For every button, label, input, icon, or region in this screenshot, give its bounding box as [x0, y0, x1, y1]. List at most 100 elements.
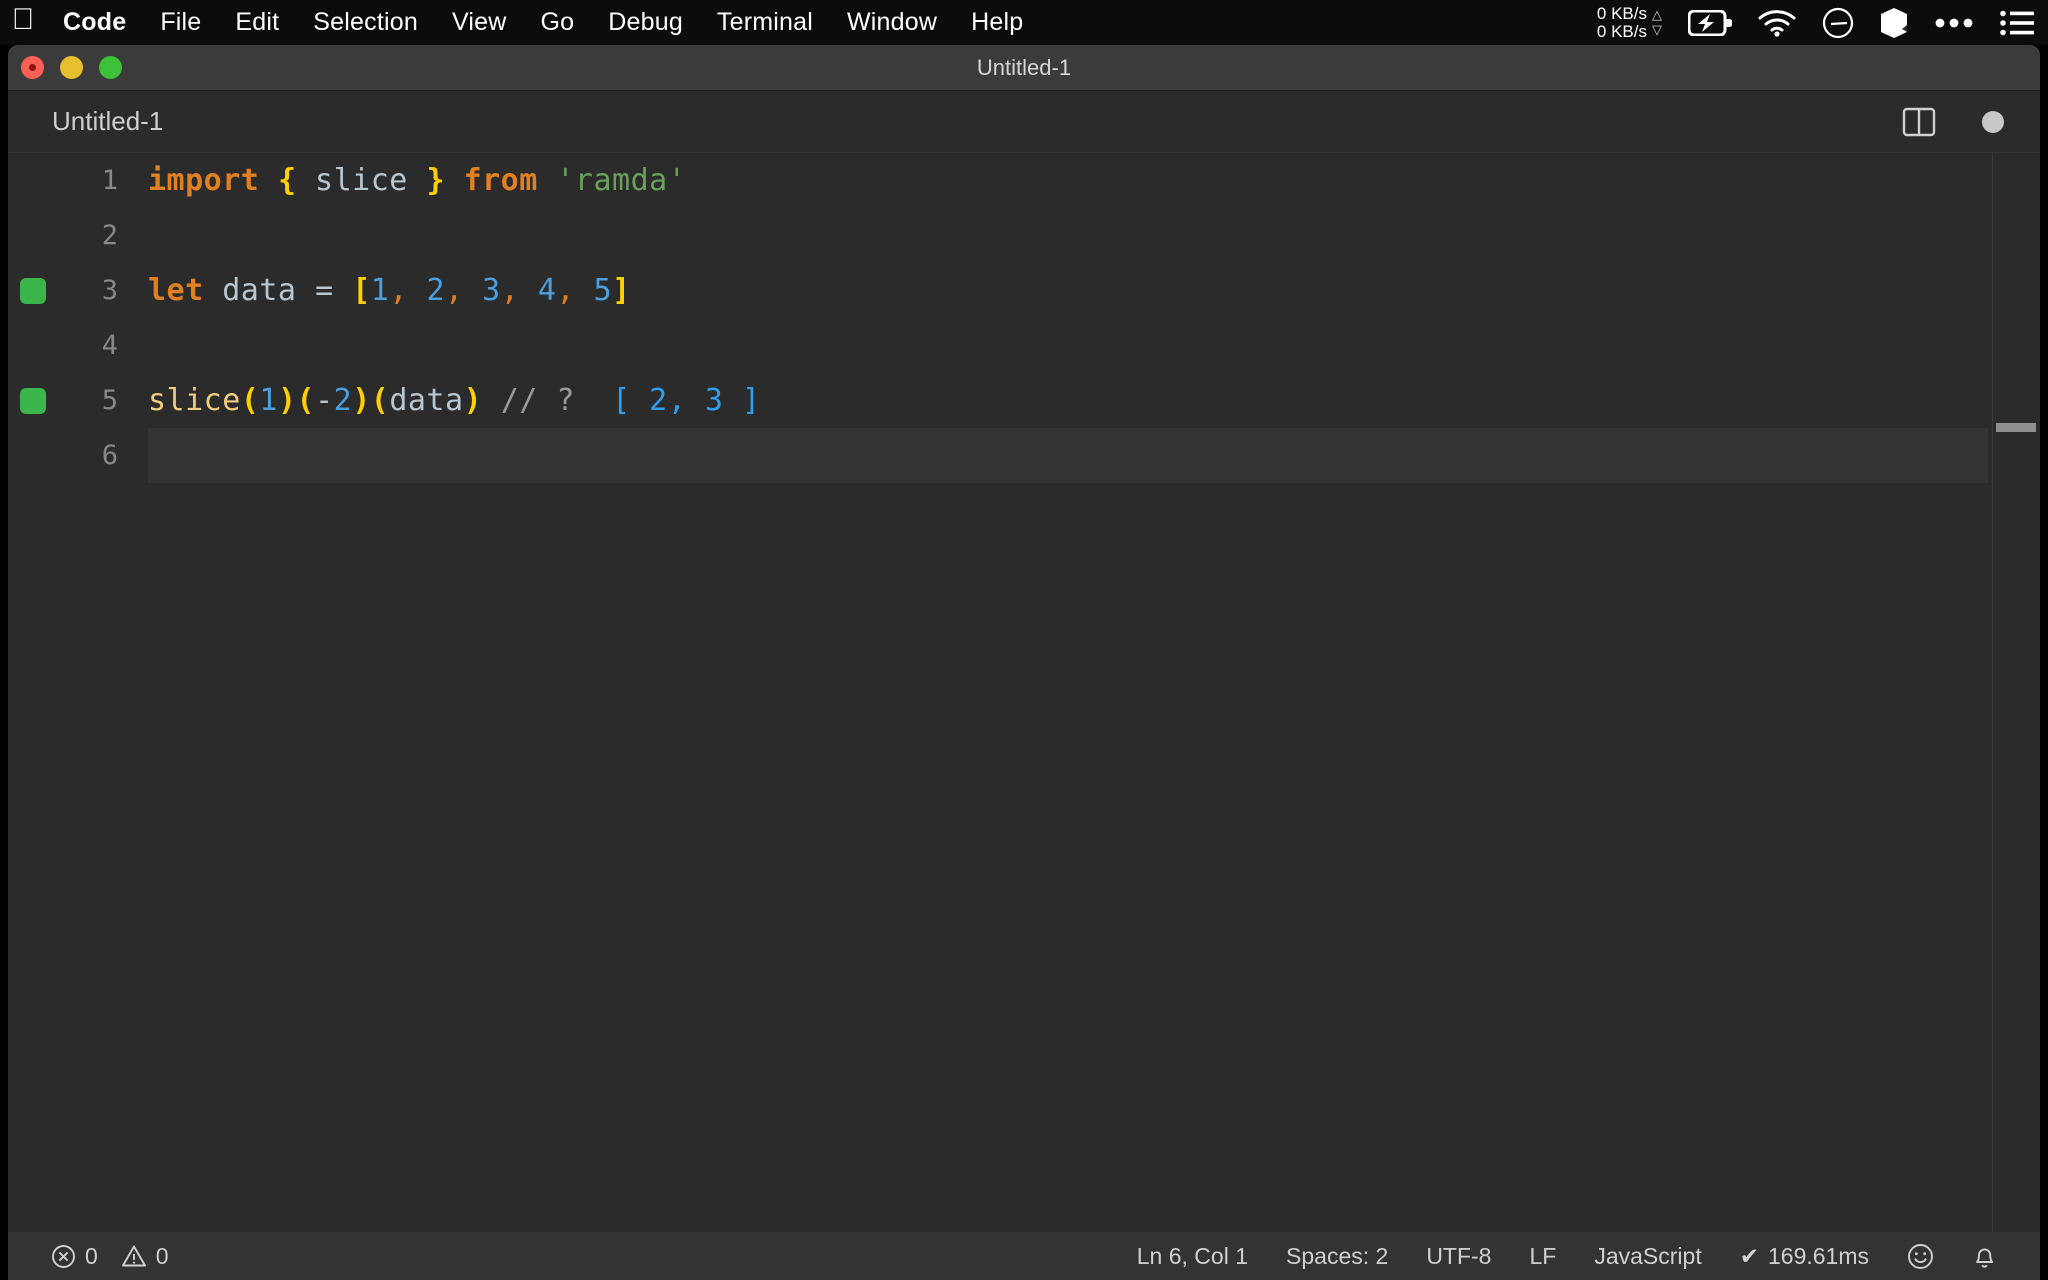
code-token: slice — [296, 163, 427, 198]
code-token: from — [463, 163, 538, 198]
code-token: slice — [148, 383, 241, 418]
download-rate: 0 KB/s — [1596, 21, 1647, 41]
menu-item-help[interactable]: Help — [954, 8, 1040, 37]
wifi-icon[interactable] — [1758, 9, 1796, 37]
tab-untitled-1[interactable]: Untitled-1 — [8, 91, 186, 152]
line-number: 4 — [101, 330, 118, 361]
menu-item-view[interactable]: View — [435, 8, 524, 37]
status-cursor-position[interactable]: Ln 6, Col 1 — [1118, 1243, 1267, 1270]
code-token: 2 — [426, 273, 445, 308]
code-line-4[interactable]: 4 — [8, 318, 2040, 373]
code-token: // ? — [500, 383, 575, 418]
network-speed-indicator[interactable]: 0 KB/s 0 KB/s △ ▽ — [1596, 3, 1662, 41]
menu-item-terminal[interactable]: Terminal — [700, 8, 830, 37]
status-bar: 0 0 Ln 6, Col 1 Spaces: 2 UTF-8 LF JavaS… — [8, 1232, 2040, 1280]
code-line-content: let data = [1, 2, 3, 4, 5] — [148, 273, 631, 308]
status-language-mode[interactable]: JavaScript — [1575, 1243, 1720, 1270]
status-feedback[interactable] — [1888, 1243, 1953, 1270]
macos-menu-bar:  Code File Edit Selection View Go Debug… — [0, 0, 2048, 45]
code-line-content: slice(1)(-2)(data) // ? [ 2, 3 ] — [148, 383, 761, 418]
menu-item-file[interactable]: File — [143, 8, 218, 37]
code-line-3[interactable]: 3 let data = [1, 2, 3, 4, 5] — [8, 263, 2040, 318]
overview-ruler-mark — [1996, 423, 2036, 432]
code-token: 5 — [593, 273, 613, 308]
window-title: Untitled-1 — [976, 54, 1072, 80]
menu-item-go[interactable]: Go — [524, 8, 592, 37]
status-notifications[interactable] — [1953, 1243, 2016, 1270]
code-token: 4 — [537, 273, 557, 308]
upload-rate: 0 KB/s — [1596, 3, 1647, 23]
menu-item-selection[interactable]: Selection — [296, 8, 435, 37]
code-token: 2 — [333, 383, 353, 418]
status-line-ending[interactable]: LF — [1510, 1243, 1575, 1270]
code-token: , — [445, 273, 464, 308]
code-token: let — [148, 273, 204, 308]
current-line-highlight — [148, 428, 1988, 483]
code-line-6[interactable]: 6 — [8, 428, 2040, 483]
menu-item-debug[interactable]: Debug — [591, 8, 700, 37]
upload-arrow-icon: △ — [1652, 6, 1662, 22]
line-number: 1 — [101, 165, 118, 196]
code-token: , — [389, 273, 408, 308]
menu-bar-items:  Code File Edit Selection View Go Debug… — [0, 0, 1040, 45]
code-token: 3 — [482, 273, 501, 308]
bell-icon — [1972, 1243, 1997, 1270]
menu-item-edit[interactable]: Edit — [218, 8, 296, 37]
menu-item-code[interactable]: Code — [46, 8, 143, 37]
code-line-2[interactable]: 2 — [8, 208, 2040, 263]
code-token: data — [389, 383, 464, 418]
line-number: 6 — [101, 440, 118, 471]
list-icon[interactable] — [2000, 10, 2034, 36]
code-token: [ 2, 3 ] — [612, 383, 761, 418]
status-run-time[interactable]: ✔ 169.61ms — [1721, 1243, 1888, 1270]
status-bar-right: Ln 6, Col 1 Spaces: 2 UTF-8 LF JavaScrip… — [1118, 1243, 2040, 1270]
unsaved-indicator[interactable] — [1982, 110, 2004, 133]
code-token: , — [500, 273, 520, 308]
code-token: , — [556, 273, 575, 308]
warning-triangle-icon — [121, 1244, 147, 1269]
code-token: ( — [370, 383, 390, 418]
download-arrow-icon: ▽ — [1652, 22, 1662, 37]
menu-item-window[interactable]: Window — [830, 8, 954, 37]
error-count: 0 — [85, 1242, 98, 1269]
ellipsis-icon[interactable] — [1934, 17, 1974, 29]
code-token: = — [315, 273, 334, 308]
code-line-5[interactable]: 5 slice(1)(-2)(data) // ? [ 2, 3 ] — [8, 373, 2040, 428]
code-editor[interactable]: 1 import { slice } from 'ramda' 2 3 let data… — [8, 153, 2040, 1232]
clock-icon[interactable] — [1822, 7, 1854, 39]
code-token: ] — [612, 273, 631, 308]
line-number: 2 — [101, 220, 118, 251]
status-problems[interactable]: 0 0 — [32, 1243, 188, 1270]
menu-bar-tray: 0 KB/s 0 KB/s △ ▽ — [1597, 0, 2048, 45]
code-token: [ — [352, 273, 371, 308]
code-token: } — [426, 163, 445, 198]
code-token: data — [203, 273, 316, 308]
code-token: ( — [240, 383, 260, 418]
cube-icon[interactable] — [1880, 7, 1908, 39]
vscode-window: Untitled-1 Untitled-1 1 import { slice } … — [8, 45, 2040, 1280]
gutter-run-marker[interactable] — [20, 277, 46, 304]
status-bar-left: 0 0 — [8, 1243, 188, 1270]
battery-charging-icon[interactable] — [1688, 9, 1732, 36]
window-title-bar: Untitled-1 — [8, 45, 2040, 91]
run-time-value: 169.61ms — [1767, 1242, 1869, 1269]
status-encoding[interactable]: UTF-8 — [1407, 1243, 1510, 1270]
check-icon: ✔ — [1739, 1242, 1759, 1269]
warning-count: 0 — [155, 1242, 169, 1269]
code-token: ) — [277, 383, 297, 418]
overview-ruler[interactable] — [1992, 153, 2040, 1232]
code-line-1[interactable]: 1 import { slice } from 'ramda' — [8, 153, 2040, 208]
split-editor-button[interactable] — [1902, 105, 1936, 139]
code-line-content: import { slice } from 'ramda' — [148, 163, 686, 198]
status-indentation[interactable]: Spaces: 2 — [1267, 1243, 1407, 1270]
code-token: 1 — [259, 383, 278, 418]
apple-logo-icon[interactable]:  — [0, 5, 46, 40]
gutter-run-marker[interactable] — [20, 387, 46, 414]
